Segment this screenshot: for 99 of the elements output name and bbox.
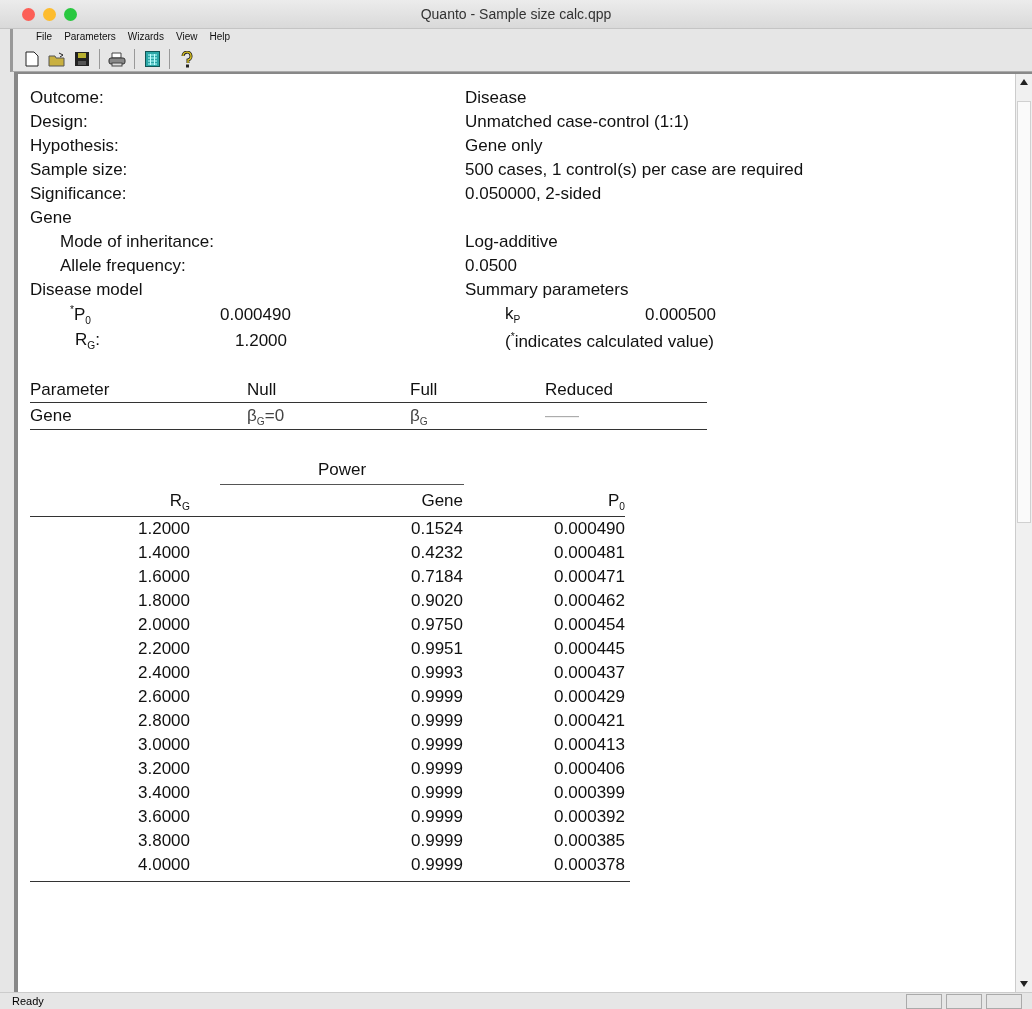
table-cell-text: 0.000429: [553, 686, 625, 709]
table-cell-text: 0.000437: [553, 662, 625, 685]
parameter-name: $^{*}$P$_{0}$: [70, 303, 92, 326]
field-value: Disease: [465, 88, 528, 108]
menu-item[interactable]: Help: [204, 31, 235, 47]
table-cell-text: 0.000421: [553, 710, 625, 733]
table-cell-text: 0.000378: [553, 854, 625, 877]
table-cell-text: 3.8000: [137, 830, 190, 853]
column-header: Gene: [190, 485, 463, 518]
menu-item[interactable]: Wizards: [122, 31, 169, 47]
field-value: Log-additive: [465, 232, 559, 252]
table-cell-text: 1.8000: [137, 590, 190, 613]
table-cell-text: 0.000471: [553, 566, 625, 589]
table-cell-text: 4.0000: [137, 854, 190, 877]
column-header: P$_{0}$: [463, 485, 625, 518]
table-cell-text: 1.6000: [137, 566, 190, 589]
table-cell-text: 0.000392: [553, 806, 625, 829]
parameter-name: R$_{G}$:: [75, 330, 101, 352]
status-pane: [986, 993, 1022, 1009]
field-label: Significance:: [30, 184, 128, 204]
field-label: Design:: [30, 112, 89, 132]
table-cell-text: 0.000454: [553, 614, 625, 637]
field-label: Mode of inheritance:: [60, 232, 216, 252]
table-cell-text: 0.000413: [553, 734, 625, 757]
table-cell-text: 0.000385: [553, 830, 625, 853]
table-cell-text: 2.4000: [137, 662, 190, 685]
table-cell-text: 3.4000: [137, 782, 190, 805]
table-cell-text: 0.9999: [410, 782, 463, 805]
table-cell-text: 0.9999: [410, 710, 463, 733]
field-label: Hypothesis:: [30, 136, 120, 156]
printer-icon: [108, 51, 126, 67]
table-cell-text: 0.000406: [553, 758, 625, 781]
section-label: Disease model: [30, 280, 144, 300]
menu-item[interactable]: File: [31, 31, 58, 47]
status-pane: [906, 993, 942, 1009]
table-cell-text: 0.000399: [553, 782, 625, 805]
parameter-value: 0.000490: [220, 305, 292, 325]
table-cell-text: 1.4000: [137, 542, 190, 565]
table-cell-text: 0.9999: [410, 758, 463, 781]
column-header: Parameter: [30, 376, 247, 403]
window-title: Quanto - Sample size calc.qpp: [420, 6, 612, 22]
field-value: Gene only: [465, 136, 544, 156]
field-value: 500 cases, 1 control(s) per case are required: [465, 160, 805, 180]
table-cell-text: 0.000445: [553, 638, 625, 661]
group-header: Power: [220, 460, 464, 485]
table-cell-text: 0.000462: [553, 590, 625, 613]
table-cell-text: 0.9999: [410, 806, 463, 829]
folder-icon: [48, 51, 66, 67]
field-value: 0.0500: [465, 256, 518, 276]
table-cell-text: β$_{G}$=0: [247, 405, 286, 429]
table-cell-text: 0.7184: [410, 566, 463, 589]
parameter-name: k$_{P}$: [505, 304, 522, 326]
table-cell-text: 1.2000: [137, 518, 190, 541]
section-label: Summary parameters: [465, 280, 630, 300]
note-text: ($^{*}$indicates calculated value): [505, 330, 716, 352]
field-value: Unmatched case-control (1:1): [465, 112, 690, 132]
table-cell-text: β$_{G}$: [410, 405, 429, 429]
table-cell-text: 2.8000: [137, 710, 190, 733]
table-cell-text: 3.6000: [137, 806, 190, 829]
parameter-value: 0.000500: [645, 305, 717, 325]
table-cell-text: 0.9951: [410, 638, 463, 661]
table-cell-text: 0.1524: [410, 518, 463, 541]
save-icon: [74, 51, 90, 67]
new-document-icon: [25, 51, 39, 67]
table-cell-text: 2.2000: [137, 638, 190, 661]
parameter-value: 1.2000: [235, 331, 288, 351]
table-cell-text: Gene: [30, 405, 73, 427]
question-mark-icon: [181, 50, 193, 68]
status-pane: [946, 993, 982, 1009]
menu-item[interactable]: View: [170, 31, 203, 47]
table-cell-text: ——: [545, 405, 580, 427]
menu-item[interactable]: Parameters: [59, 31, 121, 47]
table-cell-text: 0.9020: [410, 590, 463, 613]
field-label: Outcome:: [30, 88, 105, 108]
column-header: R$_{G}$: [30, 485, 190, 518]
field-label: Sample size:: [30, 160, 129, 180]
table-cell-text: 0.9999: [410, 686, 463, 709]
section-label: Gene: [30, 208, 73, 228]
table-cell-text: 0.4232: [410, 542, 463, 565]
table-cell-text: 0.9993: [410, 662, 463, 685]
column-header: Reduced: [545, 376, 707, 403]
field-label: Allele frequency:: [60, 256, 187, 276]
table-cell-text: 0.000481: [553, 542, 625, 565]
table-cell-text: 3.0000: [137, 734, 190, 757]
table-cell-text: 2.0000: [137, 614, 190, 637]
table-cell-text: 0.000490: [553, 518, 625, 541]
column-header: Null: [247, 376, 410, 403]
field-value: 0.050000, 2-sided: [465, 184, 603, 204]
table-cell-text: 0.9750: [410, 614, 463, 637]
table-cell-text: 0.9999: [410, 830, 463, 853]
status-text: Ready: [12, 995, 44, 1007]
table-cell-text: 0.9999: [410, 854, 463, 877]
grid-icon: [144, 51, 160, 67]
column-header: Full: [410, 376, 545, 403]
scroll-down-icon[interactable]: [1020, 981, 1028, 987]
table-cell-text: 3.2000: [137, 758, 190, 781]
table-cell-text: 0.9999: [410, 734, 463, 757]
scroll-up-icon[interactable]: [1020, 79, 1028, 85]
table-cell-text: 2.6000: [137, 686, 190, 709]
